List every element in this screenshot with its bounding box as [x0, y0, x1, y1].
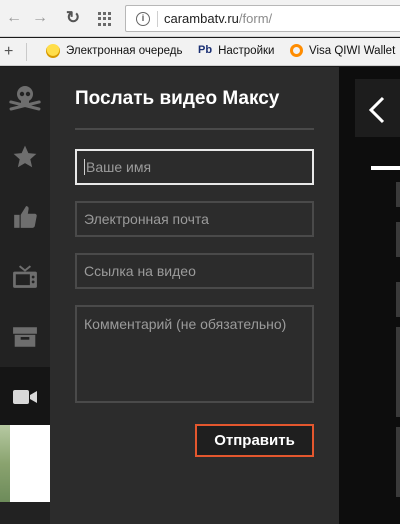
email-placeholder: Электронная почта [84, 211, 209, 227]
submit-button[interactable]: Отправить [195, 424, 314, 457]
video-player-area [339, 67, 400, 524]
video-link-input[interactable]: Ссылка на видео [75, 253, 314, 289]
side-strip [396, 327, 400, 417]
title-divider [75, 128, 314, 130]
sidebar-item-likes[interactable] [0, 187, 50, 247]
bookmark-label: Настройки [218, 45, 275, 57]
bookmark-settings[interactable]: Pb Настройки [198, 44, 274, 58]
plus-icon[interactable]: + [4, 43, 13, 61]
browser-toolbar: ← → ↻ i carambatv.ru/form/ [0, 0, 400, 37]
video-camera-icon [13, 390, 37, 404]
bookmarks-divider [26, 43, 27, 61]
address-bar[interactable]: i carambatv.ru/form/ [125, 5, 400, 32]
side-strip [396, 222, 400, 257]
forward-arrow-icon[interactable]: → [30, 8, 50, 28]
link-placeholder: Ссылка на видео [84, 263, 196, 279]
side-strip [396, 282, 400, 317]
name-placeholder: Ваше имя [86, 159, 152, 175]
back-button[interactable] [355, 79, 400, 137]
bookmark-electronic-queue[interactable]: Электронная очередь [46, 44, 183, 58]
sidebar-item-tv[interactable] [0, 247, 50, 307]
thumbnail-image [0, 425, 10, 502]
back-arrow-icon[interactable]: ← [4, 8, 24, 28]
sidebar-item-video[interactable] [0, 367, 50, 427]
url-text: carambatv.ru/form/ [164, 11, 272, 26]
apps-grid-icon[interactable] [98, 12, 112, 26]
url-path: /form/ [238, 11, 273, 26]
bookmark-label: Visa QIWI Wallet [309, 44, 396, 57]
tv-icon [13, 265, 37, 288]
progress-line [371, 166, 400, 170]
bookmark-qiwi[interactable]: Visa QIWI Wallet [290, 44, 395, 57]
send-video-form: Послать видео Максу Ваше имя Электронная… [50, 67, 339, 524]
bookmark-label: Электронная очередь [66, 45, 183, 57]
page: Послать видео Максу Ваше имя Электронная… [0, 67, 400, 524]
left-sidebar [0, 67, 50, 524]
bookmarks-bar: + Электронная очередь Pb Настройки Visa … [0, 38, 400, 66]
form-title: Послать видео Максу [75, 88, 280, 109]
archive-box-icon [13, 327, 37, 347]
email-input[interactable]: Электронная почта [75, 201, 314, 237]
sidebar-item-home[interactable] [0, 67, 50, 127]
reload-icon[interactable]: ↻ [63, 8, 83, 28]
sidebar-item-archive[interactable] [0, 307, 50, 367]
chevron-left-icon [368, 96, 385, 124]
comment-placeholder: Комментарий (не обязательно) [84, 316, 287, 332]
name-input[interactable]: Ваше имя [75, 149, 314, 185]
skull-crossbones-icon [9, 86, 41, 111]
address-divider [157, 11, 158, 27]
video-thumbnail[interactable] [0, 425, 50, 502]
qiwi-icon [290, 44, 303, 57]
pb-icon: Pb [198, 44, 213, 56]
site-info-icon[interactable]: i [136, 12, 150, 26]
side-strip [396, 182, 400, 207]
text-caret [84, 159, 85, 175]
side-strip [396, 427, 400, 497]
star-icon [13, 145, 37, 168]
yellow-circle-icon [46, 44, 60, 58]
comment-textarea[interactable]: Комментарий (не обязательно) [75, 305, 314, 403]
thumbs-up-icon [14, 206, 37, 228]
sidebar-item-favorites[interactable] [0, 127, 50, 187]
url-domain: carambatv.ru [164, 11, 239, 26]
